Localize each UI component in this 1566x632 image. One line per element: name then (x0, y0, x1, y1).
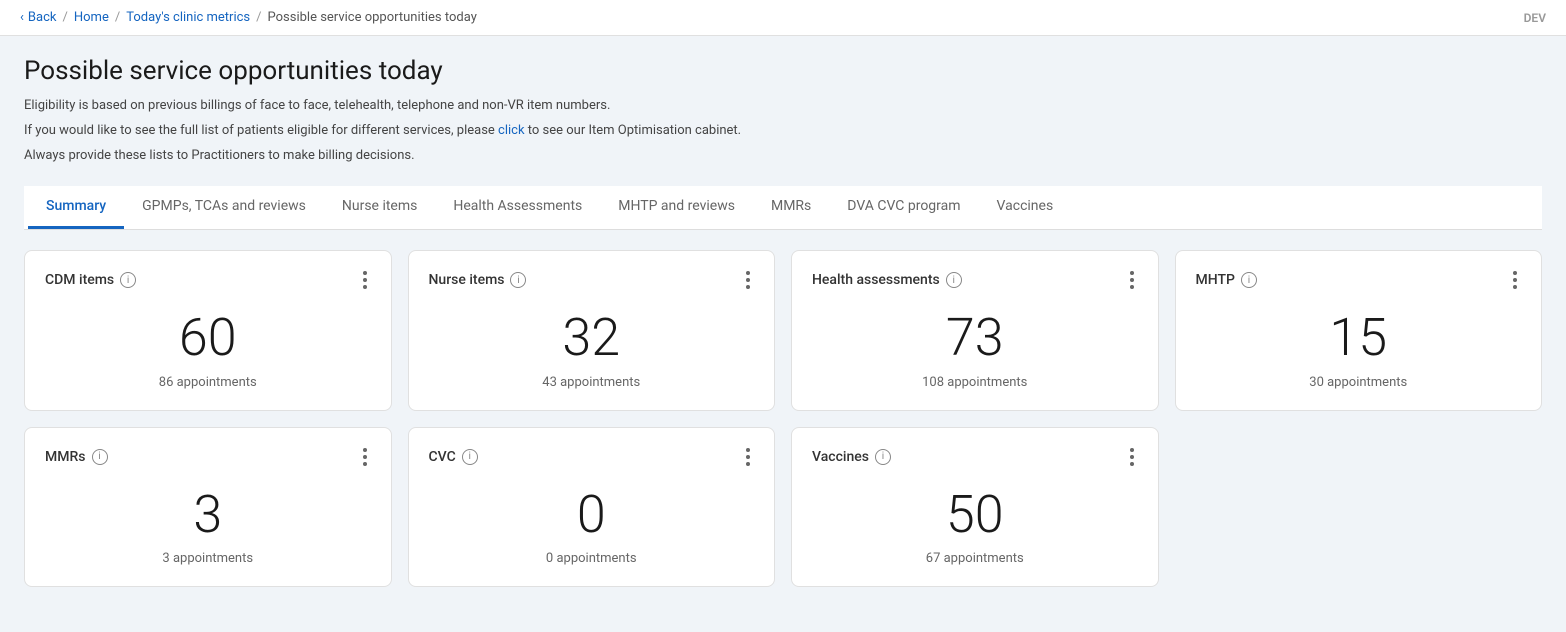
mmrs-info-icon[interactable]: i (92, 449, 108, 465)
card-mmrs-title: MMRs (45, 449, 86, 465)
nurse-number: 32 (429, 309, 755, 366)
chevron-left-icon: ‹ (20, 10, 24, 25)
description-2: If you would like to see the full list o… (24, 121, 1542, 142)
health-number: 73 (812, 309, 1138, 366)
cdm-menu-icon[interactable] (359, 267, 371, 293)
card-mmrs-header: MMRs i (45, 444, 371, 470)
cards-section: CDM items i 60 86 appointments Nurse ite… (24, 250, 1542, 586)
card-mmrs-title-row: MMRs i (45, 449, 108, 465)
main-content: Possible service opportunities today Eli… (0, 36, 1566, 607)
tab-vaccines[interactable]: Vaccines (979, 186, 1072, 229)
cvc-sub: 0 appointments (429, 551, 755, 566)
breadcrumb-bar: ‹ Back / Home / Today's clinic metrics /… (0, 0, 1566, 36)
mhtp-menu-icon[interactable] (1509, 267, 1521, 293)
tab-dva-cvc[interactable]: DVA CVC program (829, 186, 978, 229)
breadcrumb-separator-3: / (256, 10, 261, 25)
health-menu-icon[interactable] (1126, 267, 1138, 293)
health-info-icon[interactable]: i (946, 272, 962, 288)
cvc-number: 0 (429, 486, 755, 543)
tabs-bar: Summary GPMPs, TCAs and reviews Nurse it… (24, 186, 1542, 230)
breadcrumb-separator-2: / (115, 10, 120, 25)
card-vaccines: Vaccines i 50 67 appointments (791, 427, 1159, 587)
mmrs-menu-icon[interactable] (359, 444, 371, 470)
vaccines-menu-icon[interactable] (1126, 444, 1138, 470)
card-empty-slot (1175, 427, 1543, 587)
mhtp-number: 15 (1196, 309, 1522, 366)
dev-badge: DEV (1524, 11, 1546, 25)
card-vaccines-header: Vaccines i (812, 444, 1138, 470)
card-cdm-items: CDM items i 60 86 appointments (24, 250, 392, 410)
mmrs-number: 3 (45, 486, 371, 543)
card-health-title: Health assessments (812, 272, 940, 288)
card-cvc-title: CVC (429, 449, 456, 465)
card-nurse-title: Nurse items (429, 272, 505, 288)
tab-mhtp[interactable]: MHTP and reviews (600, 186, 753, 229)
nurse-menu-icon[interactable] (742, 267, 754, 293)
card-cvc-title-row: CVC i (429, 449, 478, 465)
card-mhtp-title: MHTP (1196, 272, 1235, 288)
card-mhtp: MHTP i 15 30 appointments (1175, 250, 1543, 410)
vaccines-number: 50 (812, 486, 1138, 543)
card-health-assessments: Health assessments i 73 108 appointments (791, 250, 1159, 410)
tab-mmrs[interactable]: MMRs (753, 186, 829, 229)
mmrs-sub: 3 appointments (45, 551, 371, 566)
cards-row-2: MMRs i 3 3 appointments CVC i (24, 427, 1542, 587)
tab-health-assessments[interactable]: Health Assessments (435, 186, 600, 229)
nurse-info-icon[interactable]: i (510, 272, 526, 288)
tab-gpmps[interactable]: GPMPs, TCAs and reviews (124, 186, 324, 229)
card-vaccines-title: Vaccines (812, 449, 869, 465)
page-title: Possible service opportunities today (24, 56, 1542, 86)
parent-breadcrumb-link[interactable]: Today's clinic metrics (126, 10, 250, 25)
cdm-number: 60 (45, 309, 371, 366)
breadcrumb-separator-1: / (62, 10, 67, 25)
cards-row-1: CDM items i 60 86 appointments Nurse ite… (24, 250, 1542, 410)
description-1: Eligibility is based on previous billing… (24, 96, 1542, 117)
card-health-title-row: Health assessments i (812, 272, 962, 288)
cdm-info-icon[interactable]: i (120, 272, 136, 288)
cdm-sub: 86 appointments (45, 375, 371, 390)
card-cdm-header: CDM items i (45, 267, 371, 293)
card-cdm-title: CDM items (45, 272, 114, 288)
tab-nurse-items[interactable]: Nurse items (324, 186, 435, 229)
card-mmrs: MMRs i 3 3 appointments (24, 427, 392, 587)
health-sub: 108 appointments (812, 375, 1138, 390)
mhtp-info-icon[interactable]: i (1241, 272, 1257, 288)
card-cvc: CVC i 0 0 appointments (408, 427, 776, 587)
description-3: Always provide these lists to Practition… (24, 146, 1542, 167)
nurse-sub: 43 appointments (429, 375, 755, 390)
cvc-menu-icon[interactable] (742, 444, 754, 470)
card-vaccines-title-row: Vaccines i (812, 449, 891, 465)
card-mhtp-title-row: MHTP i (1196, 272, 1257, 288)
card-nurse-header: Nurse items i (429, 267, 755, 293)
card-nurse-items: Nurse items i 32 43 appointments (408, 250, 776, 410)
vaccines-info-icon[interactable]: i (875, 449, 891, 465)
mhtp-sub: 30 appointments (1196, 375, 1522, 390)
tab-summary[interactable]: Summary (28, 186, 124, 229)
current-breadcrumb: Possible service opportunities today (268, 10, 477, 25)
card-cdm-title-row: CDM items i (45, 272, 136, 288)
home-link[interactable]: Home (74, 10, 109, 25)
back-link[interactable]: ‹ Back (20, 10, 56, 25)
vaccines-sub: 67 appointments (812, 551, 1138, 566)
card-mhtp-header: MHTP i (1196, 267, 1522, 293)
cvc-info-icon[interactable]: i (462, 449, 478, 465)
card-health-header: Health assessments i (812, 267, 1138, 293)
click-link[interactable]: click (498, 123, 525, 138)
card-nurse-title-row: Nurse items i (429, 272, 527, 288)
card-cvc-header: CVC i (429, 444, 755, 470)
